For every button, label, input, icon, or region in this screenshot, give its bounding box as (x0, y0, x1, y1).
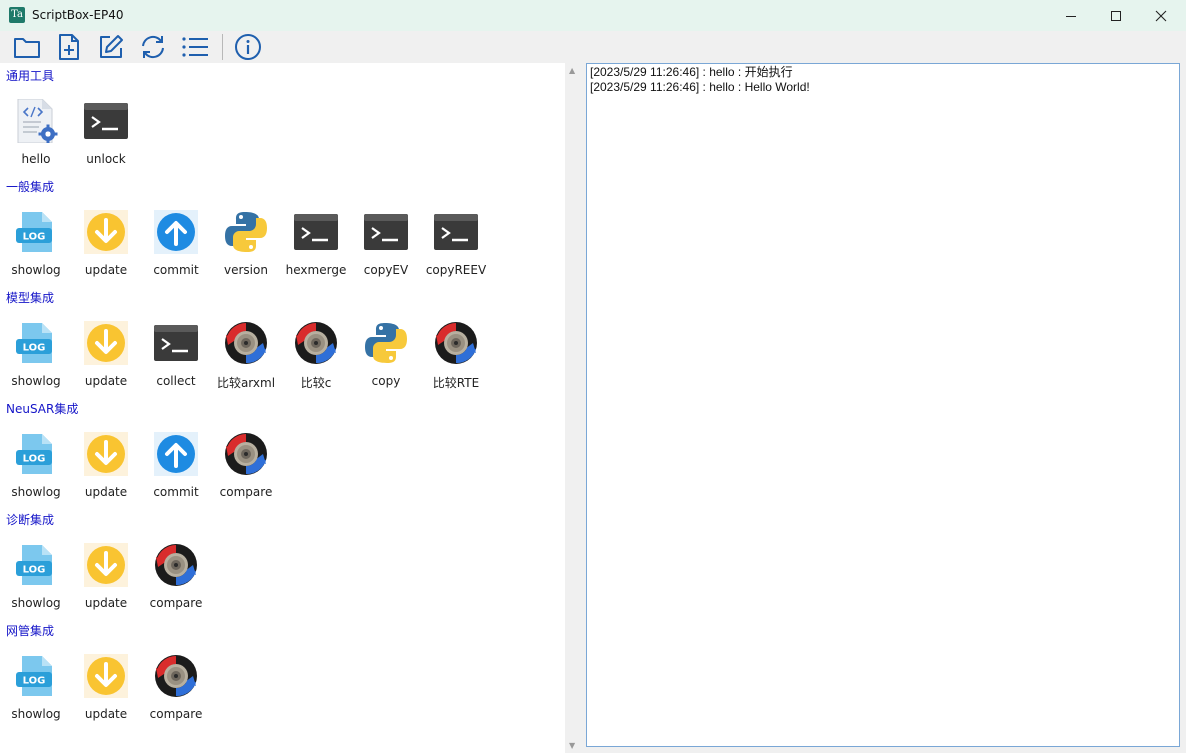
script-tile[interactable]: commit (141, 416, 211, 506)
window-title: ScriptBox-EP40 (32, 8, 124, 22)
compare-icon (224, 432, 268, 476)
edit-button[interactable] (96, 33, 126, 61)
list-button[interactable] (180, 33, 210, 61)
upload-arrow-icon (154, 432, 198, 476)
scroll-down-icon[interactable]: ▼ (569, 741, 575, 750)
maximize-button[interactable] (1094, 0, 1138, 31)
log-file-icon: LOG (14, 210, 58, 254)
log-output[interactable]: [2023/5/29 11:26:46] : hello : 开始执行 [202… (586, 63, 1180, 747)
minimize-icon (1066, 15, 1076, 17)
minimize-button[interactable] (1049, 0, 1093, 31)
close-icon (1155, 10, 1167, 21)
scroll-up-icon[interactable]: ▲ (569, 66, 575, 75)
script-tile[interactable]: compare (141, 638, 211, 728)
script-tile[interactable]: commit (141, 194, 211, 284)
script-tile-label: unlock (86, 152, 126, 166)
terminal-icon (84, 99, 128, 143)
script-tile[interactable]: unlock (71, 83, 141, 173)
compare-icon (154, 543, 198, 587)
svg-text:LOG: LOG (23, 232, 46, 243)
script-tile[interactable]: LOG showlog (1, 416, 71, 506)
script-tile[interactable]: collect (141, 305, 211, 395)
refresh-button[interactable] (138, 33, 168, 61)
toolbar (0, 31, 1186, 63)
open-folder-button[interactable] (12, 33, 42, 61)
script-tile[interactable]: LOG showlog (1, 527, 71, 617)
log-file-icon: LOG (14, 432, 58, 476)
download-arrow-icon (84, 543, 128, 587)
group-title: 网管集成 (6, 624, 55, 638)
script-panel: 通用工具 hello unlock 一般集成 LOG showlog update commi… (0, 63, 565, 753)
script-tile[interactable]: copy (351, 305, 421, 395)
terminal-icon (154, 321, 198, 365)
script-file-icon (14, 98, 58, 144)
log-line: [2023/5/29 11:26:46] : hello : 开始执行 (590, 65, 793, 79)
info-icon (235, 34, 261, 60)
script-tile[interactable]: LOG showlog (1, 305, 71, 395)
script-tile-label: compare (219, 485, 273, 499)
download-arrow-icon (84, 321, 128, 365)
app-icon: Ta (9, 7, 25, 23)
group-title: 模型集成 (6, 291, 55, 305)
script-tile-label: copyREEV (425, 263, 487, 277)
folder-icon (14, 38, 40, 58)
script-tile[interactable]: copyREEV (421, 194, 491, 284)
script-tile[interactable]: 比较arxml (211, 305, 281, 395)
terminal-icon (434, 210, 478, 254)
toolbar-separator (222, 34, 223, 60)
download-arrow-icon (84, 654, 128, 698)
script-tile[interactable]: hello (1, 83, 71, 173)
edit-icon (100, 35, 123, 58)
python-icon (364, 321, 408, 365)
script-tile[interactable]: compare (211, 416, 281, 506)
script-tile[interactable]: hexmerge (281, 194, 351, 284)
terminal-icon (364, 210, 408, 254)
group-title: NeuSAR集成 (6, 402, 79, 416)
script-tile[interactable]: compare (141, 527, 211, 617)
script-tile[interactable]: update (71, 416, 141, 506)
file-plus-icon (59, 34, 79, 60)
log-file-icon: LOG (14, 654, 58, 698)
refresh-icon (142, 35, 164, 59)
info-button[interactable] (233, 33, 263, 61)
script-tile-label: compare (149, 596, 203, 610)
upload-arrow-icon (154, 210, 198, 254)
svg-text:LOG: LOG (23, 565, 46, 576)
log-file-icon: LOG (14, 321, 58, 365)
compare-icon (294, 321, 338, 365)
download-arrow-icon (84, 210, 128, 254)
script-tile[interactable]: copyEV (351, 194, 421, 284)
script-tile[interactable]: update (71, 194, 141, 284)
close-button[interactable] (1139, 0, 1183, 31)
script-tile[interactable]: update (71, 527, 141, 617)
compare-icon (224, 321, 268, 365)
svg-text:LOG: LOG (23, 454, 46, 465)
script-tile-label: compare (149, 707, 203, 721)
script-tile[interactable]: LOG showlog (1, 638, 71, 728)
group-title: 诊断集成 (6, 513, 55, 527)
compare-icon (434, 321, 478, 365)
group-title: 通用工具 (6, 69, 55, 83)
script-tile[interactable]: LOG showlog (1, 194, 71, 284)
script-tile-label: 比较RTE (432, 376, 480, 390)
new-file-button[interactable] (54, 33, 84, 61)
script-tile[interactable]: 比较RTE (421, 305, 491, 395)
script-tile[interactable]: update (71, 305, 141, 395)
log-file-icon: LOG (14, 543, 58, 587)
group-title: 一般集成 (6, 180, 55, 194)
terminal-icon (294, 210, 338, 254)
download-arrow-icon (84, 432, 128, 476)
svg-text:LOG: LOG (23, 343, 46, 354)
compare-icon (154, 654, 198, 698)
python-icon (224, 210, 268, 254)
script-tile[interactable]: update (71, 638, 141, 728)
scrollbar[interactable]: ▲ ▼ (565, 63, 581, 753)
script-tile[interactable]: 比较c (281, 305, 351, 395)
script-tile[interactable]: version (211, 194, 281, 284)
list-icon (182, 37, 208, 57)
maximize-icon (1111, 10, 1121, 21)
svg-text:LOG: LOG (23, 676, 46, 687)
log-line: [2023/5/29 11:26:46] : hello : Hello Wor… (590, 80, 810, 94)
title-bar: Ta ScriptBox-EP40 (0, 0, 1186, 31)
